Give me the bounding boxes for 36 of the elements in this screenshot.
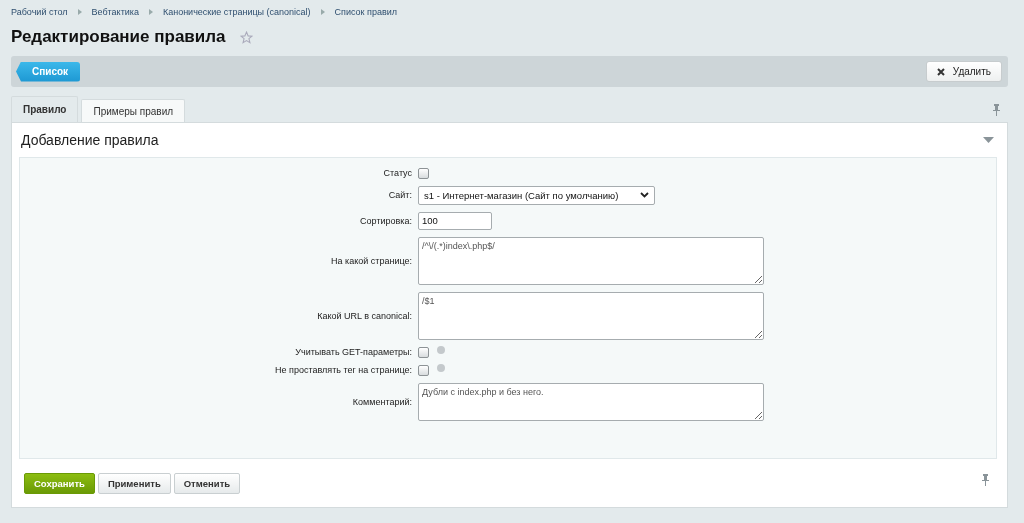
page-title: Редактирование правила xyxy=(11,27,226,47)
caret-icon xyxy=(640,192,649,199)
checkbox[interactable] xyxy=(418,346,429,358)
tab[interactable]: Правило xyxy=(11,96,79,122)
chevron-icon xyxy=(148,9,153,15)
field-label: Сайт: xyxy=(387,190,412,201)
close-icon xyxy=(936,67,945,76)
field-label: Статус xyxy=(382,168,412,179)
chevron-icon xyxy=(77,9,82,15)
field-label: На какой странице: xyxy=(330,255,412,266)
site-select[interactable]: s1 - Интернет-магазин (Сайт по умолчанию) xyxy=(418,185,655,205)
collapse-icon[interactable] xyxy=(983,136,994,143)
star-icon[interactable] xyxy=(239,30,253,44)
pin-icon[interactable] xyxy=(982,474,989,487)
chevron-icon xyxy=(320,9,325,15)
breadcrumb-link[interactable]: Вебтактика xyxy=(91,7,139,17)
field-label: Сортировка: xyxy=(359,215,412,226)
field-label: Какой URL в canonical: xyxy=(316,310,412,321)
form-button[interactable]: Отменить xyxy=(173,472,241,494)
breadcrumb-link[interactable]: Канонические страницы (canonical) xyxy=(162,7,311,17)
text-area[interactable]: /^\/(.*)index\.php$/ xyxy=(418,236,764,285)
comment-field[interactable]: Дубли с index.php и без него. xyxy=(418,382,764,421)
checkbox[interactable] xyxy=(418,364,429,376)
breadcrumb-link[interactable]: Список правил xyxy=(334,7,397,17)
delete-button[interactable]: Удалить xyxy=(925,61,1002,82)
form-button[interactable]: Применить xyxy=(97,472,171,494)
input-field[interactable]: 100 xyxy=(418,211,492,230)
text-area[interactable]: /$1 xyxy=(418,291,764,340)
pin-icon[interactable] xyxy=(993,104,1000,116)
field-label: Учитывать GET-параметры: xyxy=(294,347,412,358)
field-label: Комментарий: xyxy=(351,396,412,407)
field-label: Не проставлять тег на странице: xyxy=(274,365,412,376)
checkbox[interactable] xyxy=(418,167,429,179)
section-title: Добавление правила xyxy=(21,131,159,148)
breadcrumb-link[interactable]: Рабочий стол xyxy=(11,7,68,17)
tab[interactable]: Примеры правил xyxy=(81,99,186,122)
